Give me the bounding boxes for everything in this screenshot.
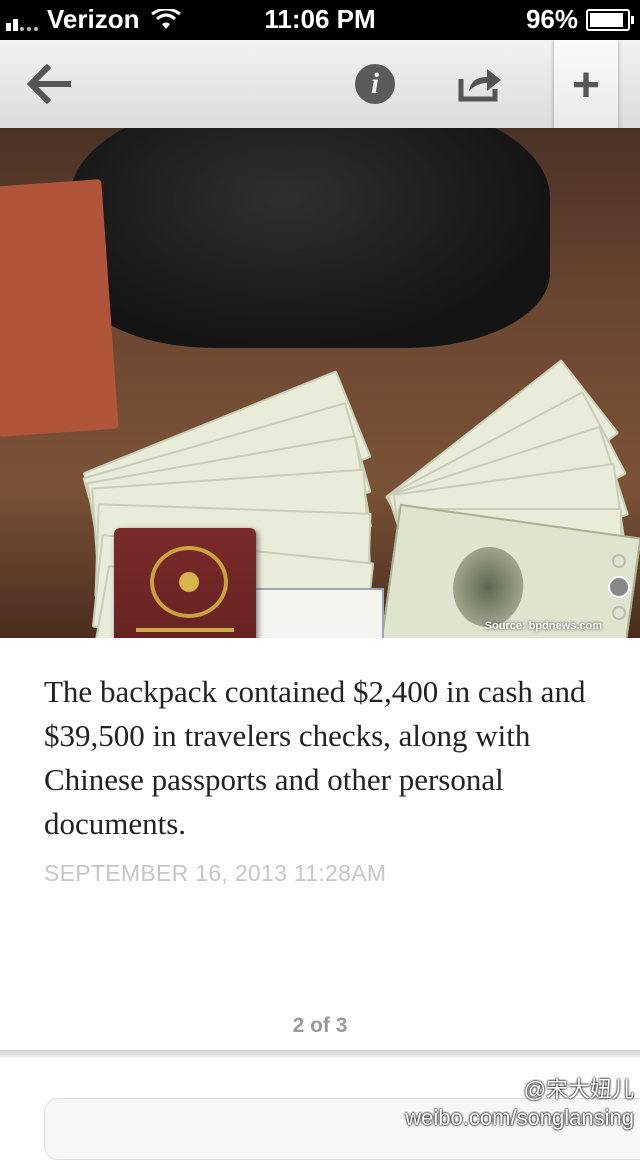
add-button[interactable]: + — [554, 40, 618, 144]
share-icon — [458, 69, 501, 102]
pager-dot-2-active[interactable] — [608, 576, 630, 598]
emblem-icon — [150, 546, 228, 618]
section-divider — [0, 1050, 640, 1058]
photo-credit: Source: bpdnews.com — [484, 620, 602, 632]
photo-pager[interactable] — [608, 546, 630, 628]
watermark-handle: @宋大妞儿 — [523, 1077, 634, 1102]
plus-icon: + — [571, 59, 601, 112]
toolbar: i + — [0, 40, 640, 144]
article-caption: The backpack contained $2,400 in cash an… — [44, 674, 586, 841]
share-button[interactable] — [450, 40, 510, 128]
status-bar: Verizon 11:06 PM 96% — [0, 0, 640, 40]
back-button[interactable] — [14, 40, 84, 128]
portrait-shape — [447, 542, 529, 632]
info-icon: i — [355, 64, 395, 104]
passport-shape — [114, 528, 256, 638]
article-photo[interactable]: Source: bpdnews.com — [0, 128, 640, 638]
info-button[interactable]: i — [350, 40, 400, 128]
pager-dot-1[interactable] — [612, 554, 626, 568]
status-right: 96% — [525, 4, 634, 35]
page-count: 2 of 3 — [292, 1014, 348, 1037]
watermark: @宋大妞儿 weibo.com/songlansing — [405, 1076, 634, 1132]
battery-percent: 96% — [525, 4, 578, 34]
travelers-check-shape — [250, 588, 384, 638]
arrow-left-icon — [26, 64, 71, 104]
article-timestamp: SEPTEMBER 16, 2013 11:28AM — [44, 860, 387, 886]
pager-dot-3[interactable] — [612, 606, 626, 620]
watermark-url: weibo.com/songlansing — [405, 1105, 634, 1130]
battery-icon — [586, 8, 634, 31]
backpack-shape — [70, 128, 550, 348]
